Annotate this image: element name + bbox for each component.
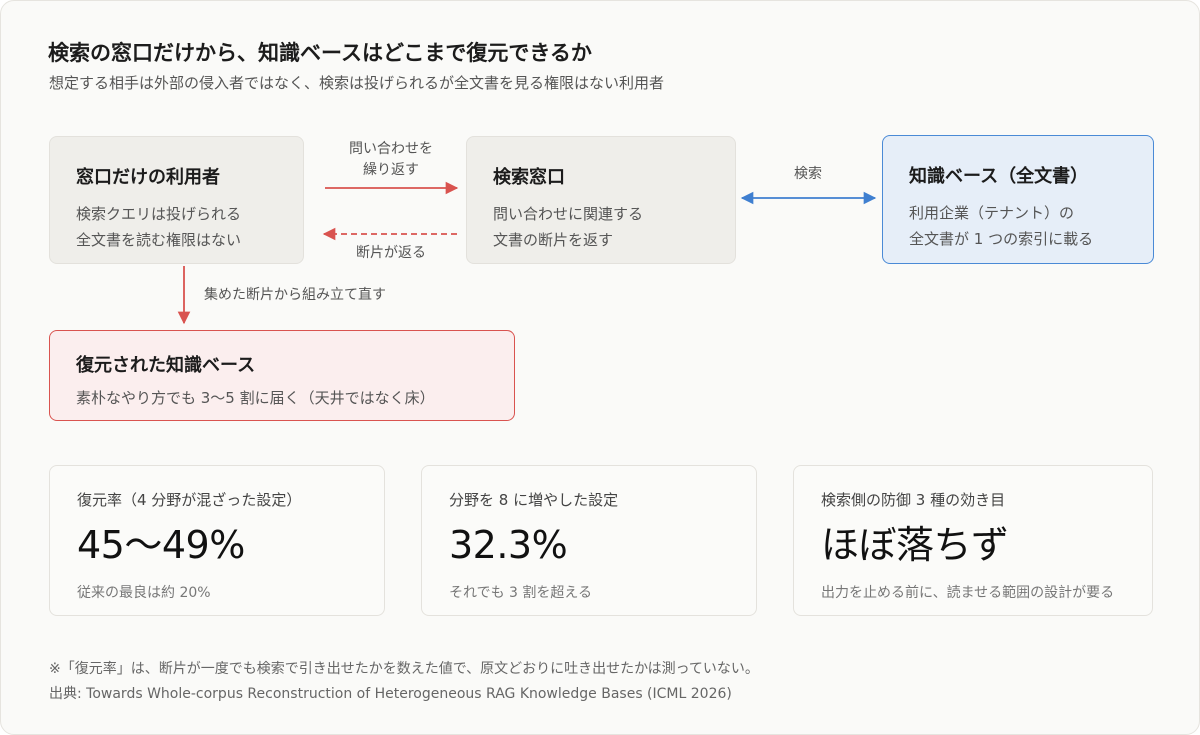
node-line: 全文書が 1 つの索引に載る: [909, 230, 1094, 248]
node-description: 問い合わせに関連する 文書の断片を返す: [493, 201, 709, 253]
edge-label-repeat: 問い合わせを 繰り返す: [341, 139, 441, 181]
node-line: 全文書を読む権限はない: [76, 231, 242, 249]
stat-value: ほぼ落ちず: [821, 523, 1009, 567]
node-title: 検索窓口: [493, 167, 565, 188]
stat-note: 従来の最良は約 20%: [77, 585, 211, 601]
stat-card-defense-effect: 検索側の防御 3 種の効き目 ほぼ落ちず 出力を止める前に、読ませる範囲の設計が…: [793, 465, 1153, 616]
stat-card-eight-domains: 分野を 8 に増やした設定 32.3% それでも 3 割を超える: [421, 465, 757, 616]
stat-label: 分野を 8 に増やした設定: [449, 491, 619, 509]
node-window-user: 窓口だけの利用者 検索クエリは投げられる 全文書を読む権限はない: [49, 136, 304, 264]
stat-label: 検索側の防御 3 種の効き目: [821, 491, 1006, 509]
figure-card: 検索の窓口だけから、知識ベースはどこまで復元できるか 想定する相手は外部の侵入者…: [0, 0, 1200, 735]
stat-card-recovery-rate: 復元率（4 分野が混ざった設定） 45〜49% 従来の最良は約 20%: [49, 465, 385, 616]
node-knowledge-base: 知識ベース（全文書） 利用企業（テナント）の 全文書が 1 つの索引に載る: [882, 135, 1154, 264]
edge-label-repeat-line-1: 問い合わせを: [349, 141, 433, 157]
node-title: 復元された知識ベース: [76, 355, 256, 376]
footnote: ※「復元率」は、断片が一度でも検索で引き出せたかを数えた値で、原文どおりに吐き出…: [49, 661, 759, 677]
node-line: 文書の断片を返す: [493, 231, 614, 249]
node-line: 問い合わせに関連する: [493, 205, 644, 223]
node-line: 検索クエリは投げられる: [76, 205, 242, 223]
source-citation: 出典: Towards Whole-corpus Reconstruction …: [49, 686, 732, 702]
node-search-window: 検索窓口 問い合わせに関連する 文書の断片を返す: [466, 136, 736, 264]
stat-note: それでも 3 割を超える: [449, 585, 592, 601]
edge-label-collect: 集めた断片から組み立て直す: [204, 287, 386, 303]
edge-label-search: 検索: [794, 166, 822, 182]
stat-value: 32.3%: [449, 523, 568, 567]
node-description: 利用企業（テナント）の 全文書が 1 つの索引に載る: [909, 200, 1127, 252]
node-title: 知識ベース（全文書）: [909, 166, 1089, 187]
stat-label: 復元率（4 分野が混ざった設定）: [77, 491, 302, 509]
node-title: 窓口だけの利用者: [76, 167, 220, 188]
node-reconstructed-kb: 復元された知識ベース 素朴なやり方でも 3〜5 割に届く（天井ではなく床）: [49, 330, 515, 421]
node-line: 利用企業（テナント）の: [909, 204, 1075, 222]
node-description: 検索クエリは投げられる 全文書を読む権限はない: [76, 201, 277, 253]
edge-label-return: 断片が返る: [356, 245, 426, 261]
stat-value: 45〜49%: [77, 523, 245, 567]
node-description: 素朴なやり方でも 3〜5 割に届く（天井ではなく床）: [76, 389, 435, 407]
stat-note: 出力を止める前に、読ませる範囲の設計が要る: [821, 585, 1115, 601]
edge-label-repeat-line-2: 繰り返す: [363, 162, 419, 178]
